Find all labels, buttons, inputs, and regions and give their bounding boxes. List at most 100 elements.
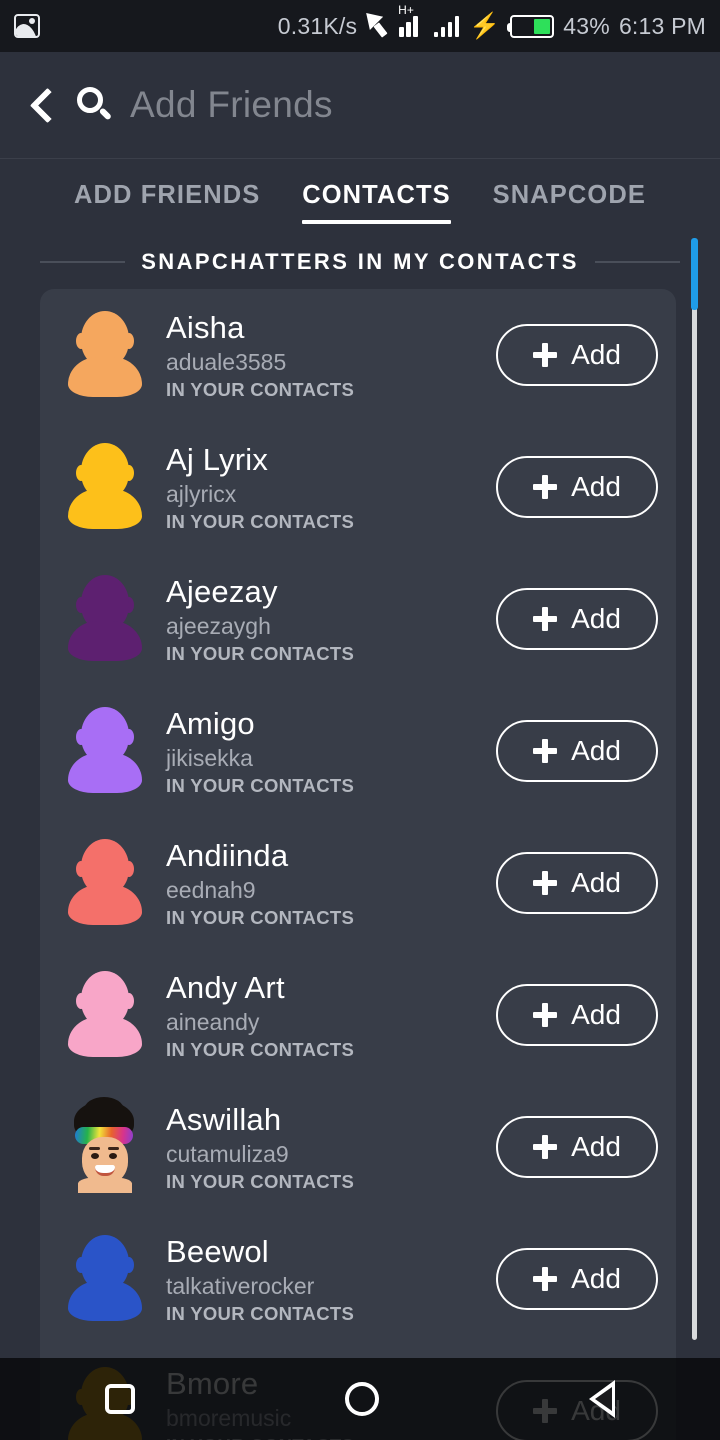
contact-display-name: Andiinda [166, 837, 289, 873]
contact-source-note: IN YOUR CONTACTS [166, 510, 355, 532]
plus-icon [533, 343, 558, 367]
battery-icon [507, 14, 555, 38]
clock-label: 6:13 PM [618, 12, 706, 39]
contact-source-note: IN YOUR CONTACTS [166, 774, 355, 796]
contact-row[interactable]: Aswillah cutamuliza9 IN YOUR CONTACTS Add [40, 1081, 676, 1213]
plus-icon [533, 475, 558, 499]
add-friend-label: Add [571, 339, 621, 370]
contact-row[interactable]: Aj Lyrix ajlyricx IN YOUR CONTACTS Add [40, 421, 676, 553]
avatar [68, 705, 142, 797]
add-friend-label: Add [571, 867, 621, 898]
contact-info: Amigo jikisekka IN YOUR CONTACTS [166, 705, 496, 798]
contact-info: Andy Art aineandy IN YOUR CONTACTS [166, 969, 496, 1062]
square-recents-icon[interactable] [105, 1384, 135, 1414]
plus-icon [533, 1267, 558, 1291]
contact-username: eednah9 [166, 876, 256, 903]
section-header: SNAPCHATTERS IN MY CONTACTS [0, 241, 720, 283]
contact-display-name: Andy Art [166, 969, 285, 1005]
tab-snapcode[interactable]: SNAPCODE [493, 181, 646, 224]
plus-icon [533, 1003, 558, 1027]
network-speed-label: 0.31K/s [277, 12, 358, 39]
section-title: SNAPCHATTERS IN MY CONTACTS [141, 249, 579, 274]
add-friend-button[interactable]: Add [496, 456, 658, 518]
avatar [68, 573, 142, 665]
contact-username: cutamuliza9 [166, 1140, 289, 1167]
bitmoji-avatar [68, 1097, 142, 1193]
contact-username: aineandy [166, 1008, 260, 1035]
contact-username: aduale3585 [166, 348, 287, 375]
scrollbar-thumb[interactable] [691, 238, 698, 310]
contact-list[interactable]: Aisha aduale3585 IN YOUR CONTACTS Add Aj Lyr… [40, 289, 676, 1440]
add-friend-button[interactable]: Add [496, 324, 658, 386]
add-friend-button[interactable]: Add [496, 720, 658, 782]
search-icon [74, 85, 114, 125]
plus-icon [533, 871, 558, 895]
status-bar: 0.31K/s H+ ⚡ 43% 6:13 PM [0, 0, 720, 52]
tab-contacts-label: CONTACTS [302, 181, 451, 209]
search-header: Add Friends [0, 52, 720, 159]
avatar [68, 969, 142, 1061]
contact-info: Andiinda eednah9 IN YOUR CONTACTS [166, 837, 496, 930]
triangle-back-icon[interactable] [589, 1380, 615, 1418]
tab-contacts[interactable]: CONTACTS [302, 181, 451, 224]
avatar [68, 837, 142, 929]
tab-snapcode-label: SNAPCODE [492, 181, 646, 209]
contact-source-note: IN YOUR CONTACTS [166, 906, 355, 928]
section-divider-right [594, 261, 680, 263]
contact-row[interactable]: Beewol talkativerocker IN YOUR CONTACTS Add [40, 1213, 676, 1345]
back-chevron-icon[interactable] [26, 84, 56, 126]
tab-add-friends-label: ADD FRIENDS [74, 181, 261, 209]
contact-display-name: Ajeezay [166, 573, 278, 609]
contact-info: Ajeezay ajeezaygh IN YOUR CONTACTS [166, 573, 496, 666]
contact-info: Aisha aduale3585 IN YOUR CONTACTS [166, 309, 496, 402]
add-friend-button[interactable]: Add [496, 984, 658, 1046]
avatar [68, 1233, 142, 1325]
add-friend-label: Add [571, 999, 621, 1030]
contact-source-note: IN YOUR CONTACTS [166, 1038, 355, 1060]
plus-icon [533, 739, 558, 763]
contact-username: talkativerocker [166, 1272, 315, 1299]
contact-info: Beewol talkativerocker IN YOUR CONTACTS [166, 1233, 496, 1326]
add-friend-button[interactable]: Add [496, 1248, 658, 1310]
add-friend-label: Add [571, 735, 621, 766]
add-friend-button[interactable]: Add [496, 852, 658, 914]
status-bar-left [14, 14, 40, 38]
contact-row[interactable]: Ajeezay ajeezaygh IN YOUR CONTACTS Add [40, 553, 676, 685]
contact-source-note: IN YOUR CONTACTS [166, 378, 355, 400]
contact-display-name: Amigo [166, 705, 255, 741]
status-bar-right: 0.31K/s H+ ⚡ 43% 6:13 PM [277, 4, 706, 40]
tab-add-friends[interactable]: ADD FRIENDS [74, 181, 260, 224]
scrollbar-track[interactable] [692, 240, 697, 1340]
contact-row[interactable]: Aisha aduale3585 IN YOUR CONTACTS Add [40, 289, 676, 421]
app-screen: 0.31K/s H+ ⚡ 43% 6:13 PM Add Friends ADD… [0, 0, 720, 1440]
android-navigation-bar [0, 1358, 720, 1440]
contact-username: ajlyricx [166, 480, 237, 507]
lightning-bolt-icon: ⚡ [469, 11, 501, 40]
network-type-label: H+ [398, 3, 414, 17]
section-divider-left [40, 261, 126, 263]
avatar [68, 309, 142, 401]
contact-row[interactable]: Andiinda eednah9 IN YOUR CONTACTS Add [40, 817, 676, 949]
signal-bars-sim1-icon: H+ [398, 4, 425, 37]
add-friend-button[interactable]: Add [496, 1116, 658, 1178]
circle-home-icon[interactable] [345, 1382, 379, 1416]
add-friend-label: Add [571, 603, 621, 634]
contact-row[interactable]: Amigo jikisekka IN YOUR CONTACTS Add [40, 685, 676, 817]
contact-source-note: IN YOUR CONTACTS [166, 1170, 355, 1192]
screenshot-image-icon [14, 14, 40, 38]
add-friend-button[interactable]: Add [496, 588, 658, 650]
add-friend-label: Add [571, 1131, 621, 1162]
search-input[interactable]: Add Friends [130, 84, 333, 126]
add-friend-label: Add [571, 471, 621, 502]
contact-source-note: IN YOUR CONTACTS [166, 642, 355, 664]
contact-row[interactable]: Andy Art aineandy IN YOUR CONTACTS Add [40, 949, 676, 1081]
plus-icon [533, 1135, 558, 1159]
contact-username: ajeezaygh [166, 612, 271, 639]
avatar [68, 441, 142, 533]
plus-icon [533, 607, 558, 631]
contact-info: Aswillah cutamuliza9 IN YOUR CONTACTS [166, 1101, 496, 1194]
contact-source-note: IN YOUR CONTACTS [166, 1302, 355, 1324]
signal-bars-sim2-icon [433, 15, 460, 37]
contact-display-name: Beewol [166, 1233, 269, 1269]
contact-info: Aj Lyrix ajlyricx IN YOUR CONTACTS [166, 441, 496, 534]
